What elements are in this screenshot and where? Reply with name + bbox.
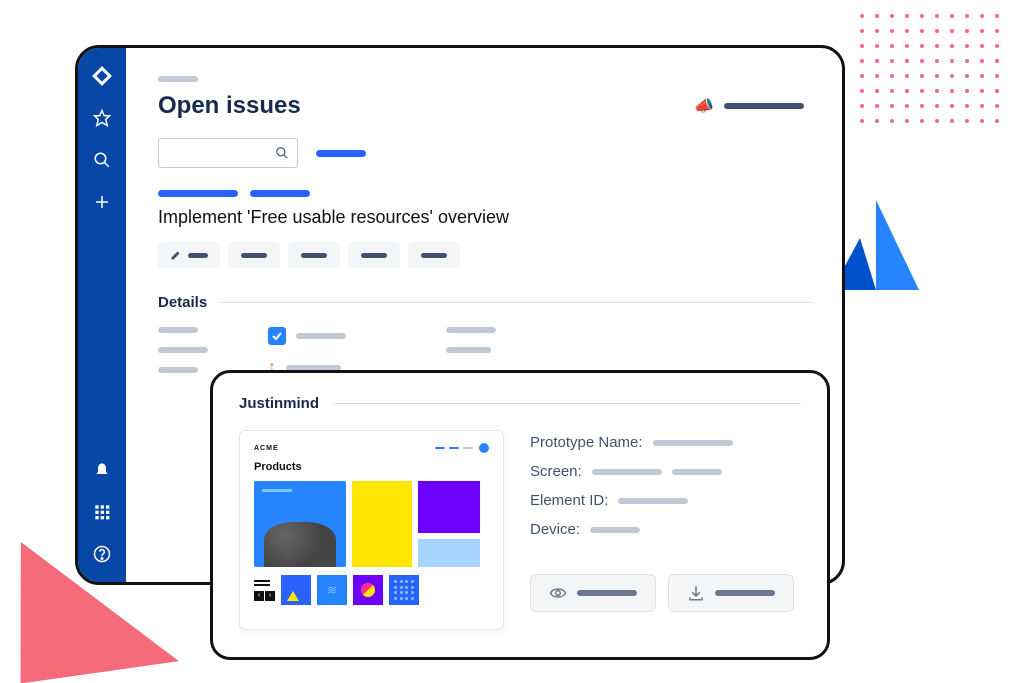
action-button-4[interactable]	[348, 242, 400, 268]
announcement[interactable]: 📣	[694, 96, 804, 116]
preview-tile-purple	[418, 481, 480, 533]
help-icon[interactable]	[92, 544, 112, 564]
edit-label-placeholder	[188, 253, 208, 258]
preview-tile-yellow	[352, 481, 412, 567]
announcement-text-placeholder	[724, 103, 804, 109]
preview-thumbnails: ‹›	[254, 575, 489, 605]
apps-icon[interactable]	[92, 502, 112, 522]
app-logo-icon[interactable]	[92, 66, 112, 86]
details-section-header: Details	[158, 294, 814, 311]
element-id-label: Element ID:	[530, 492, 608, 509]
download-label-placeholder	[715, 590, 775, 596]
star-icon[interactable]	[92, 108, 112, 128]
preview-thumb-3[interactable]	[353, 575, 383, 605]
global-sidebar	[78, 48, 126, 582]
preview-logo-text: ACME	[254, 445, 279, 452]
megaphone-icon: 📣	[694, 96, 714, 116]
eye-icon	[549, 584, 567, 602]
preview-grid	[254, 481, 489, 567]
filter-label-placeholder[interactable]	[316, 150, 366, 157]
prototype-name-value-placeholder	[653, 440, 733, 446]
screen-label: Screen:	[530, 463, 582, 480]
issue-key-placeholder[interactable]	[250, 190, 310, 197]
notification-icon[interactable]	[92, 460, 112, 480]
device-value-placeholder	[590, 527, 640, 533]
view-label-placeholder	[577, 590, 637, 596]
page-title: Open issues	[158, 92, 301, 120]
project-tag-placeholder[interactable]	[158, 190, 238, 197]
action-button-3[interactable]	[288, 242, 340, 268]
justinmind-section-header: Justinmind	[239, 395, 801, 412]
task-type-icon	[268, 327, 286, 345]
preview-thumb-1[interactable]	[281, 575, 311, 605]
prototype-name-label: Prototype Name:	[530, 434, 643, 451]
edit-button[interactable]	[158, 242, 220, 268]
view-button[interactable]	[530, 574, 656, 612]
search-icon	[275, 146, 289, 160]
detail-label-placeholder	[158, 367, 198, 373]
screen-value-placeholder	[592, 469, 662, 475]
justinmind-card: Justinmind ACME Products	[210, 370, 830, 660]
prototype-preview[interactable]: ACME Products ‹›	[239, 430, 504, 630]
prototype-metadata: Prototype Name: Screen: Element ID: Devi…	[530, 430, 801, 630]
detail-label-placeholder	[446, 347, 491, 353]
preview-nav[interactable]: ‹›	[254, 580, 275, 601]
decorative-dot-grid	[854, 8, 1004, 128]
preview-thumb-2[interactable]	[317, 575, 347, 605]
preview-tile-hero	[254, 481, 346, 567]
detail-label-placeholder	[158, 327, 198, 333]
device-label: Device:	[530, 521, 580, 538]
element-id-value-placeholder	[618, 498, 688, 504]
pencil-icon	[170, 249, 182, 261]
download-button[interactable]	[668, 574, 794, 612]
preview-tile-lightblue	[418, 539, 480, 567]
screen-value-placeholder-2	[672, 469, 722, 475]
download-icon	[687, 584, 705, 602]
detail-value-placeholder	[296, 333, 346, 339]
search-input[interactable]	[158, 138, 298, 168]
preview-thumb-4[interactable]	[389, 575, 419, 605]
add-icon[interactable]	[92, 192, 112, 212]
detail-label-placeholder	[158, 347, 208, 353]
issue-title: Implement 'Free usable resources' overvi…	[158, 207, 814, 228]
issue-actions-toolbar	[158, 242, 814, 268]
detail-label-placeholder	[446, 327, 496, 333]
breadcrumb	[158, 76, 198, 82]
search-icon[interactable]	[92, 150, 112, 170]
action-button-2[interactable]	[228, 242, 280, 268]
preview-title: Products	[254, 461, 489, 473]
action-button-5[interactable]	[408, 242, 460, 268]
